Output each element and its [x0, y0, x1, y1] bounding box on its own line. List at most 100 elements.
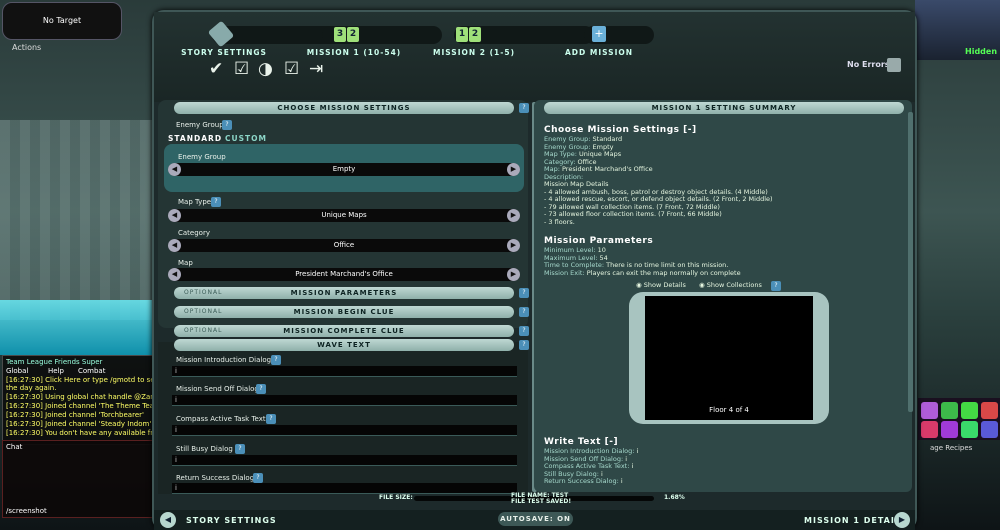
forward-arrow-icon[interactable]: ▶ [894, 512, 910, 528]
info-icon[interactable]: ? [519, 326, 529, 336]
show-details-toggle[interactable]: ◉ Show Details [636, 281, 686, 290]
tab-custom[interactable]: CUSTOM [225, 134, 267, 143]
arrow-right-icon[interactable]: ▶ [507, 209, 520, 222]
wave-field-label: Still Busy Dialog [176, 445, 233, 453]
mission-complete-clue-header[interactable]: OPTIONAL MISSION COMPLETE CLUE [174, 325, 514, 337]
power-icon[interactable] [941, 421, 958, 438]
no-errors-label: No Errors [847, 60, 890, 69]
info-icon[interactable]: ? [266, 414, 276, 424]
write-text-title[interactable]: Write Text [-] [544, 437, 618, 447]
info-icon[interactable]: ? [253, 473, 263, 483]
info-icon[interactable]: ? [222, 120, 232, 130]
check-icon[interactable]: ✔ [209, 59, 223, 79]
arrow-left-icon[interactable]: ◀ [168, 163, 181, 176]
info-icon[interactable]: ? [771, 281, 781, 291]
info-icon[interactable]: ? [271, 355, 281, 365]
mission-parameters-header[interactable]: OPTIONAL MISSION PARAMETERS [174, 287, 514, 299]
target-window[interactable]: No Target [2, 2, 122, 40]
power-icon[interactable] [941, 402, 958, 419]
info-icon[interactable]: ? [211, 197, 221, 207]
power-icon[interactable] [921, 421, 938, 438]
mission2-digit: 1 [456, 27, 468, 42]
wave-field-label: Mission Send Off Dialog [176, 385, 259, 393]
add-mission-icon[interactable]: + [592, 26, 606, 42]
checkbox-check-icon[interactable]: ☑ [284, 59, 299, 79]
mission-settings-pane: CHOOSE MISSION SETTINGS ? Enemy Group ? … [158, 100, 529, 337]
map-type-dropdown[interactable]: ◀ Unique Maps ▶ [168, 209, 520, 222]
chat-tabs[interactable]: Team League Friends Super [6, 358, 156, 366]
mission-sendoff-dialog-input[interactable]: i [172, 395, 517, 406]
chat-line: [16:27:30] Joined channel 'Steady Indom' [6, 420, 152, 428]
chat2-tab[interactable]: Chat [6, 443, 156, 451]
back-arrow-icon[interactable]: ◀ [160, 512, 176, 528]
info-icon[interactable]: ? [519, 103, 529, 113]
story-settings-button[interactable]: STORY SETTINGS [186, 516, 277, 525]
info-icon[interactable]: ? [256, 384, 266, 394]
category-dropdown[interactable]: ◀ Office ▶ [168, 239, 520, 252]
actions-label[interactable]: Actions [12, 43, 41, 52]
info-icon[interactable]: ? [519, 288, 529, 298]
error-icon[interactable] [887, 58, 901, 72]
map-dropdown[interactable]: ◀ President Marchand's Office ▶ [168, 268, 520, 281]
power-icon[interactable] [981, 421, 998, 438]
write-text-list: Mission Introduction Dialog: i Mission S… [544, 447, 639, 485]
file-saved-label: FILE TEST SAVED! [511, 498, 572, 505]
target-icon[interactable]: ◑ [258, 59, 273, 79]
power-icon[interactable] [961, 421, 978, 438]
info-icon[interactable]: ? [519, 340, 529, 350]
wave-field-label: Compass Active Task Text [176, 415, 266, 423]
tab-mission-2[interactable]: MISSION 2 (1-5) [429, 48, 519, 57]
right-scrollbar[interactable] [908, 112, 913, 412]
mission-intro-dialog-input[interactable]: i [172, 366, 517, 377]
show-collections-toggle[interactable]: ◉ Show Collections [699, 281, 762, 290]
arrow-left-icon[interactable]: ◀ [168, 268, 181, 281]
file-size-label: FILE SIZE: [379, 494, 413, 501]
arrow-right-icon[interactable]: ▶ [507, 239, 520, 252]
choose-mission-settings-header[interactable]: CHOOSE MISSION SETTINGS [174, 102, 514, 114]
autosave-toggle[interactable]: AUTOSAVE: ON [498, 512, 573, 526]
map-preview[interactable]: Floor 4 of 4 [629, 292, 829, 424]
settings-list: Enemy Group: Standard Enemy Group: Empty… [544, 135, 773, 226]
mission2-digit: 2 [469, 27, 481, 42]
power-icon[interactable] [921, 402, 938, 419]
info-icon[interactable]: ? [519, 307, 529, 317]
enemy-group-label: Enemy Group [176, 121, 224, 129]
chat-input[interactable]: /screenshot [6, 507, 156, 515]
return-success-dialog-input[interactable]: i [172, 483, 517, 494]
compass-task-text-input[interactable]: i [172, 425, 517, 436]
arrow-left-icon[interactable]: ◀ [168, 239, 181, 252]
power-tray[interactable] [918, 398, 1000, 440]
arrow-right-icon[interactable]: ▶ [507, 163, 520, 176]
chat-window[interactable]: Team League Friends Super Global Help Co… [2, 355, 156, 445]
arrow-right-icon[interactable]: ▶ [507, 268, 520, 281]
checkbox-check-icon[interactable]: ☑ [234, 59, 249, 79]
top-bar: STORY SETTINGS 3 2 MISSION 1 (10-54) 1 2… [154, 12, 915, 102]
chat-line: the day again. [6, 384, 57, 392]
still-busy-dialog-input[interactable]: i [172, 455, 517, 466]
chat-line: [16:27:30] Using global chat handle @Zam… [6, 393, 156, 401]
power-icon[interactable] [961, 402, 978, 419]
tab-mission-1[interactable]: MISSION 1 (10-54) [304, 48, 404, 57]
info-icon[interactable]: ? [235, 444, 245, 454]
mission-begin-clue-header[interactable]: OPTIONAL MISSION BEGIN CLUE [174, 306, 514, 318]
choose-settings-title[interactable]: Choose Mission Settings [-] [544, 125, 697, 135]
wave-text-pane: WAVE TEXT ? Mission Introduction Dialog … [158, 339, 529, 494]
chat-line: [16:27:30] You don't have any available … [6, 429, 156, 437]
recipes-label[interactable]: age Recipes [930, 444, 972, 452]
exit-icon[interactable]: ⇥ [309, 59, 323, 79]
mission-architect-window: STORY SETTINGS 3 2 MISSION 1 (10-54) 1 2… [152, 10, 917, 530]
enemy-group-dropdown[interactable]: ◀ Empty ▶ [168, 163, 520, 176]
mission-summary-header[interactable]: MISSION 1 SETTING SUMMARY [544, 102, 904, 114]
tab-standard[interactable]: STANDARD [168, 134, 222, 143]
power-icon[interactable] [981, 402, 998, 419]
chat-window-2[interactable]: Chat /screenshot [2, 440, 154, 518]
status-hidden: Hidden [965, 47, 998, 56]
arrow-left-icon[interactable]: ◀ [168, 209, 181, 222]
tab-add-mission[interactable]: ADD MISSION [559, 48, 639, 57]
parameters-list: Minimum Level: 10 Maximum Level: 54 Time… [544, 246, 741, 277]
chat-line: [16:27:30] Joined channel 'The Theme Tea… [6, 402, 156, 410]
mission-1-details-button[interactable]: MISSION 1 DETAILS [804, 516, 908, 525]
wave-text-header[interactable]: WAVE TEXT [174, 339, 514, 351]
chat-line: [16:27:30] Joined channel 'Torchbearer' [6, 411, 144, 419]
tab-story-settings[interactable]: STORY SETTINGS [179, 48, 269, 57]
